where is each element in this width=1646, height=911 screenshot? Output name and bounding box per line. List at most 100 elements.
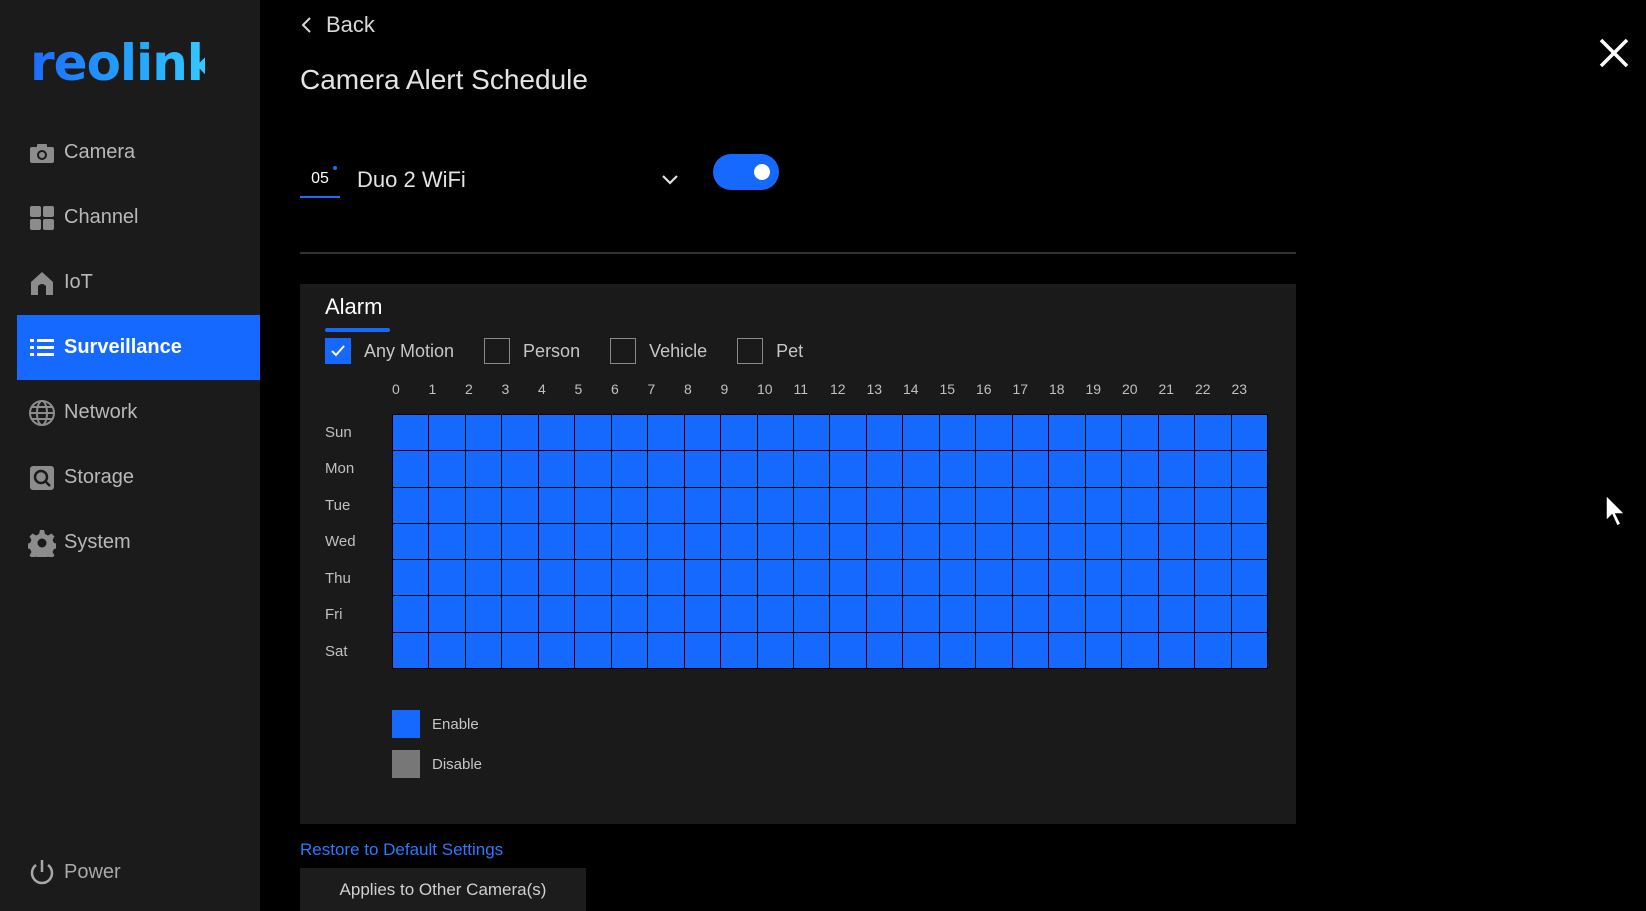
schedule-cell[interactable] — [903, 451, 939, 487]
schedule-cell[interactable] — [1231, 560, 1267, 596]
schedule-cell[interactable] — [429, 451, 465, 487]
schedule-cell[interactable] — [866, 632, 903, 668]
any-motion-checkbox[interactable] — [325, 338, 351, 364]
schedule-cell[interactable] — [429, 596, 465, 632]
schedule-cell[interactable] — [830, 596, 866, 632]
tab-alarm[interactable]: Alarm — [325, 294, 390, 332]
schedule-cell[interactable] — [648, 632, 684, 668]
sidebar-item-system[interactable]: System — [17, 510, 260, 575]
schedule-cell[interactable] — [1231, 451, 1267, 487]
schedule-cell[interactable] — [538, 523, 575, 560]
schedule-cell[interactable] — [1158, 487, 1195, 523]
sidebar-item-channel[interactable]: Channel — [17, 185, 260, 250]
schedule-cell[interactable] — [429, 523, 465, 560]
schedule-cell[interactable] — [575, 451, 611, 487]
schedule-cell[interactable] — [866, 487, 903, 523]
schedule-cell[interactable] — [794, 596, 830, 632]
schedule-cell[interactable] — [429, 487, 465, 523]
schedule-cell[interactable] — [1231, 415, 1267, 451]
restore-defaults-link[interactable]: Restore to Default Settings — [300, 840, 503, 860]
schedule-cell[interactable] — [830, 632, 866, 668]
close-icon[interactable] — [1597, 36, 1631, 70]
schedule-cell[interactable] — [1012, 523, 1049, 560]
schedule-cell[interactable] — [721, 451, 757, 487]
schedule-cell[interactable] — [1049, 560, 1085, 596]
schedule-cell[interactable] — [794, 523, 830, 560]
schedule-cell[interactable] — [1012, 451, 1049, 487]
schedule-cell[interactable] — [721, 487, 757, 523]
schedule-cell[interactable] — [393, 523, 429, 560]
sidebar-item-camera[interactable]: Camera — [17, 120, 260, 185]
schedule-cell[interactable] — [393, 560, 429, 596]
schedule-cell[interactable] — [866, 560, 903, 596]
schedule-cell[interactable] — [502, 632, 538, 668]
schedule-cell[interactable] — [794, 415, 830, 451]
person-checkbox[interactable] — [484, 338, 511, 364]
schedule-cell[interactable] — [1122, 523, 1158, 560]
schedule-cell[interactable] — [1012, 415, 1049, 451]
schedule-cell[interactable] — [757, 596, 794, 632]
schedule-cell[interactable] — [648, 596, 684, 632]
schedule-cell[interactable] — [866, 596, 903, 632]
schedule-cell[interactable] — [538, 632, 575, 668]
schedule-cell[interactable] — [1085, 451, 1122, 487]
schedule-cell[interactable] — [976, 487, 1012, 523]
schedule-cell[interactable] — [976, 560, 1012, 596]
schedule-cell[interactable] — [648, 415, 684, 451]
schedule-cell[interactable] — [1231, 487, 1267, 523]
schedule-cell[interactable] — [611, 560, 648, 596]
schedule-cell[interactable] — [465, 451, 502, 487]
back-button[interactable]: Back — [300, 12, 375, 38]
schedule-grid[interactable] — [392, 414, 1268, 669]
schedule-cell[interactable] — [429, 560, 465, 596]
schedule-cell[interactable] — [721, 415, 757, 451]
schedule-cell[interactable] — [1049, 451, 1085, 487]
schedule-cell[interactable] — [611, 415, 648, 451]
schedule-cell[interactable] — [757, 523, 794, 560]
schedule-cell[interactable] — [830, 415, 866, 451]
schedule-cell[interactable] — [1085, 632, 1122, 668]
schedule-cell[interactable] — [1049, 415, 1085, 451]
schedule-cell[interactable] — [830, 487, 866, 523]
schedule-cell[interactable] — [575, 560, 611, 596]
schedule-cell[interactable] — [648, 560, 684, 596]
schedule-cell[interactable] — [1195, 632, 1231, 668]
sidebar-item-storage[interactable]: Storage — [17, 445, 260, 510]
schedule-cell[interactable] — [538, 451, 575, 487]
schedule-cell[interactable] — [648, 487, 684, 523]
sidebar-item-surveillance[interactable]: Surveillance — [17, 315, 260, 380]
schedule-cell[interactable] — [611, 596, 648, 632]
schedule-cell[interactable] — [939, 523, 976, 560]
schedule-cell[interactable] — [538, 596, 575, 632]
schedule-cell[interactable] — [1231, 632, 1267, 668]
schedule-cell[interactable] — [465, 596, 502, 632]
schedule-cell[interactable] — [1231, 523, 1267, 560]
schedule-cell[interactable] — [1085, 487, 1122, 523]
schedule-cell[interactable] — [538, 487, 575, 523]
schedule-cell[interactable] — [684, 632, 721, 668]
schedule-cell[interactable] — [1158, 523, 1195, 560]
schedule-cell[interactable] — [393, 487, 429, 523]
schedule-cell[interactable] — [1012, 596, 1049, 632]
schedule-cell[interactable] — [976, 415, 1012, 451]
pet-checkbox[interactable] — [737, 338, 764, 364]
schedule-cell[interactable] — [903, 415, 939, 451]
schedule-cell[interactable] — [1085, 560, 1122, 596]
schedule-cell[interactable] — [575, 487, 611, 523]
schedule-cell[interactable] — [1195, 451, 1231, 487]
schedule-cell[interactable] — [939, 560, 976, 596]
schedule-cell[interactable] — [502, 523, 538, 560]
schedule-cell[interactable] — [903, 487, 939, 523]
schedule-cell[interactable] — [684, 523, 721, 560]
schedule-cell[interactable] — [1158, 451, 1195, 487]
schedule-cell[interactable] — [684, 415, 721, 451]
filter-pet[interactable]: Pet — [737, 338, 803, 364]
schedule-cell[interactable] — [976, 596, 1012, 632]
filter-any-motion[interactable]: Any Motion — [325, 338, 454, 364]
schedule-cell[interactable] — [648, 523, 684, 560]
schedule-cell[interactable] — [1085, 415, 1122, 451]
schedule-cell[interactable] — [1195, 523, 1231, 560]
schedule-cell[interactable] — [1158, 632, 1195, 668]
schedule-cell[interactable] — [794, 632, 830, 668]
schedule-cell[interactable] — [611, 487, 648, 523]
